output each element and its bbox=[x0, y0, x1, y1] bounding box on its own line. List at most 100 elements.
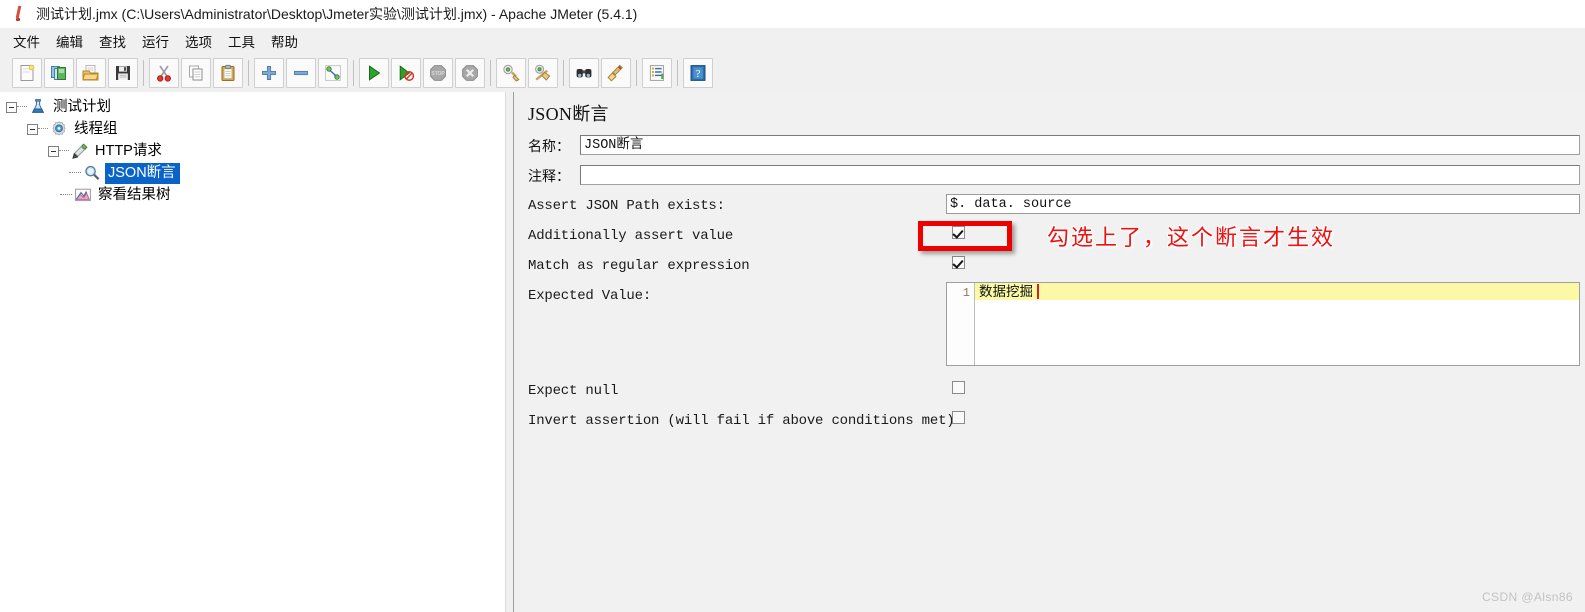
comment-input[interactable] bbox=[580, 165, 1580, 185]
toolbar-save[interactable] bbox=[108, 58, 138, 88]
invert-assertion-row: Invert assertion (will fail if above con… bbox=[528, 410, 955, 432]
annotation-highlight-box bbox=[918, 221, 1012, 251]
tree-node-label: 线程组 bbox=[74, 121, 118, 137]
toolbar-reset-search[interactable] bbox=[601, 58, 631, 88]
additionally-assert-row: Additionally assert value bbox=[528, 225, 733, 247]
tree-node-label: 测试计划 bbox=[53, 99, 111, 115]
menu-bar: 文件 编辑 查找 运行 选项 工具 帮助 bbox=[0, 28, 1585, 55]
toolbar-separator-1 bbox=[143, 60, 144, 86]
tree-guide bbox=[17, 106, 27, 108]
jmeter-window: 测试计划.jmx (C:\Users\Administrator\Desktop… bbox=[0, 0, 1585, 612]
svg-text:?: ? bbox=[696, 68, 701, 80]
expected-value-label: Expected Value: bbox=[528, 288, 652, 304]
invert-assertion-checkbox[interactable] bbox=[952, 411, 965, 424]
toolbar-paste[interactable] bbox=[213, 58, 243, 88]
editor-current-line-highlight bbox=[975, 283, 1579, 300]
toolbar-group-search bbox=[568, 58, 632, 88]
additionally-assert-label: Additionally assert value bbox=[528, 228, 734, 244]
tree-node-label: 察看结果树 bbox=[98, 187, 171, 203]
toolbar-expand-all[interactable] bbox=[254, 58, 284, 88]
expect-null-label: Expect null bbox=[528, 383, 619, 399]
menu-file[interactable]: 文件 bbox=[6, 28, 47, 54]
toolbar-open[interactable] bbox=[76, 58, 106, 88]
toolbar-separator-6 bbox=[636, 60, 637, 86]
menu-search[interactable]: 查找 bbox=[92, 28, 133, 54]
toolbar-shutdown[interactable] bbox=[455, 58, 485, 88]
editor-caret bbox=[1037, 284, 1039, 299]
toolbar-search[interactable] bbox=[569, 58, 599, 88]
toolbar-cut[interactable] bbox=[149, 58, 179, 88]
expect-null-checkbox[interactable] bbox=[952, 381, 965, 394]
menu-run[interactable]: 运行 bbox=[135, 28, 176, 54]
toolbar-group-help: ? bbox=[682, 58, 714, 88]
tree-expand-toggle[interactable] bbox=[6, 101, 17, 113]
comment-label: 注释： bbox=[528, 170, 570, 185]
expected-value-text: 数据挖掘 bbox=[979, 284, 1033, 299]
watermark: CSDN @Alsn86 bbox=[1481, 590, 1573, 604]
panel-title: JSON断言 bbox=[528, 104, 609, 124]
editor-gutter: 1 bbox=[947, 283, 975, 365]
thread-group-gear-icon bbox=[50, 120, 68, 138]
assert-path-row: Assert JSON Path exists: bbox=[528, 195, 725, 217]
toolbar-group-functions bbox=[641, 58, 673, 88]
match-regex-label: Match as regular expression bbox=[528, 258, 750, 274]
tree-guide bbox=[69, 172, 81, 174]
tree-node-test-plan[interactable]: 测试计划 bbox=[0, 96, 505, 118]
toolbar-copy[interactable] bbox=[181, 58, 211, 88]
json-assertion-panel: JSON断言 名称： JSON断言 注释： Assert JSON Path e… bbox=[514, 92, 1585, 612]
name-row: 名称： bbox=[528, 135, 570, 157]
expected-value-editor[interactable]: 1 数据挖掘 bbox=[946, 282, 1580, 366]
toolbar-toggle[interactable] bbox=[318, 58, 348, 88]
tree-guide bbox=[59, 150, 69, 152]
tree-expand-toggle[interactable] bbox=[48, 145, 59, 157]
toolbar-templates[interactable] bbox=[44, 58, 74, 88]
assert-path-label: Assert JSON Path exists: bbox=[528, 198, 725, 214]
title-bar: 测试计划.jmx (C:\Users\Administrator\Desktop… bbox=[0, 0, 1585, 29]
menu-tools[interactable]: 工具 bbox=[221, 28, 262, 54]
name-input[interactable]: JSON断言 bbox=[580, 135, 1580, 155]
toolbar-new[interactable] bbox=[12, 58, 42, 88]
toolbar-start[interactable] bbox=[359, 58, 389, 88]
toolbar-separator-7 bbox=[677, 60, 678, 86]
test-plan-tree-pane[interactable]: 测试计划 线程组 HTTP请求 JSON断言 察看结果树 bbox=[0, 92, 506, 612]
http-request-pen-icon bbox=[71, 142, 89, 160]
toolbar-stop[interactable]: STOP bbox=[423, 58, 453, 88]
toolbar-collapse-all[interactable] bbox=[286, 58, 316, 88]
toolbar: STOP ? bbox=[0, 54, 1585, 93]
match-regex-checkbox[interactable] bbox=[952, 256, 965, 269]
toolbar-clear-all[interactable] bbox=[528, 58, 558, 88]
tree-node-view-results-tree[interactable]: 察看结果树 bbox=[0, 184, 505, 206]
window-title: 测试计划.jmx (C:\Users\Administrator\Desktop… bbox=[36, 6, 638, 22]
name-label: 名称： bbox=[528, 140, 570, 155]
toolbar-group-tree bbox=[253, 58, 349, 88]
toolbar-function-helper[interactable] bbox=[642, 58, 672, 88]
jmeter-feather-icon bbox=[10, 5, 28, 23]
toolbar-separator-5 bbox=[563, 60, 564, 86]
menu-help[interactable]: 帮助 bbox=[264, 28, 305, 54]
toolbar-clear[interactable] bbox=[496, 58, 526, 88]
view-results-tree-icon bbox=[74, 186, 92, 204]
tree-node-label: JSON断言 bbox=[105, 162, 180, 184]
toolbar-separator-2 bbox=[248, 60, 249, 86]
tree-expand-toggle[interactable] bbox=[27, 123, 38, 135]
editor-body[interactable]: 数据挖掘 bbox=[975, 283, 1579, 365]
invert-assertion-label: Invert assertion (will fail if above con… bbox=[528, 413, 955, 429]
toolbar-help[interactable]: ? bbox=[683, 58, 713, 88]
assert-path-input[interactable]: $. data. source bbox=[946, 194, 1580, 214]
menu-options[interactable]: 选项 bbox=[178, 28, 219, 54]
tree-node-json-assertion[interactable]: JSON断言 bbox=[0, 162, 505, 184]
json-assertion-magnifier-icon bbox=[83, 164, 101, 182]
toolbar-separator-4 bbox=[490, 60, 491, 86]
toolbar-start-no-pauses[interactable] bbox=[391, 58, 421, 88]
tree-node-thread-group[interactable]: 线程组 bbox=[0, 118, 505, 140]
toolbar-group-edit bbox=[148, 58, 244, 88]
pane-splitter[interactable] bbox=[505, 92, 514, 612]
toolbar-group-clear bbox=[495, 58, 559, 88]
menu-edit[interactable]: 编辑 bbox=[49, 28, 90, 54]
annotation-text: 勾选上了，这个断言才生效 bbox=[1047, 225, 1336, 250]
expect-null-row: Expect null bbox=[528, 380, 618, 402]
tree-guide bbox=[60, 194, 72, 196]
comment-row: 注释： bbox=[528, 165, 570, 187]
match-regex-row: Match as regular expression bbox=[528, 255, 750, 277]
tree-node-http-request[interactable]: HTTP请求 bbox=[0, 140, 505, 162]
